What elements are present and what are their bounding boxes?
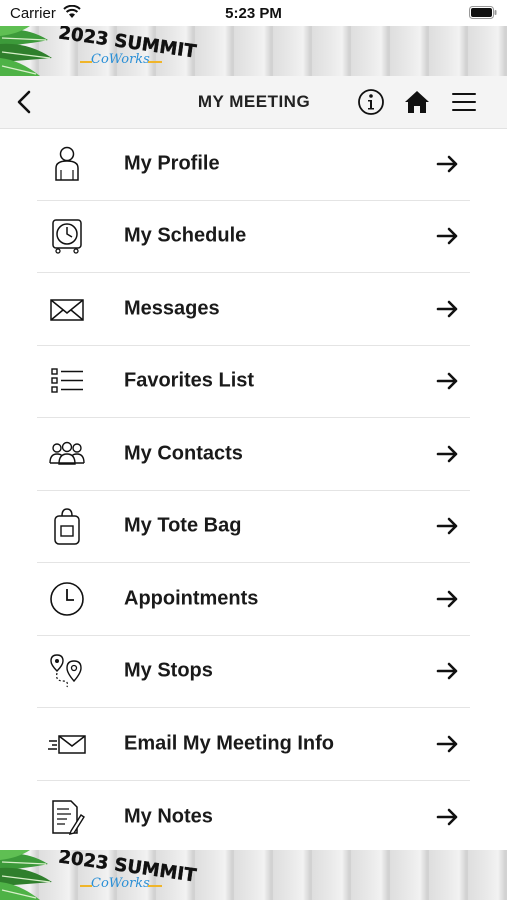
arrow-right-icon — [436, 517, 458, 535]
menu-icon[interactable] — [450, 88, 478, 116]
checklist-icon — [51, 368, 83, 393]
menu-item-my-stops[interactable]: My Stops — [37, 636, 470, 708]
summit-logo: 2023 SUMMIT CoWorks — [57, 850, 198, 896]
arrow-right-icon — [436, 372, 458, 390]
menu-item-label: My Tote Bag — [124, 514, 242, 537]
menu-item-my-contacts[interactable]: My Contacts — [37, 418, 470, 491]
arrow-right-icon — [436, 227, 458, 245]
battery-icon — [469, 6, 497, 19]
menu-item-label: My Notes — [124, 805, 213, 828]
info-icon[interactable] — [357, 88, 385, 116]
envelope-icon — [50, 299, 84, 321]
menu-item-appointments[interactable]: Appointments — [37, 563, 470, 636]
send-mail-icon — [48, 735, 86, 754]
menu-list: My Profile My Schedule Messages Favorite… — [37, 128, 470, 853]
status-time: 5:23 PM — [225, 5, 282, 22]
menu-item-label: My Stops — [124, 659, 213, 682]
page-title: MY MEETING — [197, 92, 311, 111]
alarm-clock-icon — [52, 219, 82, 254]
back-button[interactable] — [12, 88, 38, 116]
menu-item-label: Messages — [124, 297, 220, 320]
person-icon — [55, 146, 79, 181]
palm-leaves-icon — [0, 26, 52, 76]
menu-item-my-tote-bag[interactable]: My Tote Bag — [37, 491, 470, 563]
top-banner: 2023 SUMMIT CoWorks — [0, 26, 507, 76]
menu-item-favorites-list[interactable]: Favorites List — [37, 346, 470, 418]
arrow-right-icon — [436, 445, 458, 463]
menu-item-label: My Schedule — [124, 224, 247, 247]
bottom-banner: 2023 SUMMIT CoWorks — [0, 850, 507, 900]
menu-item-email-my-meeting-info[interactable]: Email My Meeting Info — [37, 708, 470, 781]
arrow-right-icon — [436, 590, 458, 608]
menu-item-messages[interactable]: Messages — [37, 273, 470, 346]
menu-item-label: My Contacts — [124, 442, 243, 465]
nav-header: MY MEETING — [0, 76, 507, 129]
menu-item-my-notes[interactable]: My Notes — [37, 781, 470, 854]
menu-item-label: Favorites List — [124, 369, 255, 392]
menu-item-my-profile[interactable]: My Profile — [37, 128, 470, 201]
arrow-right-icon — [436, 155, 458, 173]
status-bar: Carrier 5:23 PM — [0, 0, 507, 26]
arrow-right-icon — [436, 300, 458, 318]
arrow-right-icon — [436, 808, 458, 826]
map-pins-icon — [50, 654, 82, 688]
clock-icon — [50, 581, 84, 616]
group-icon — [49, 441, 85, 465]
tote-bag-icon — [54, 508, 80, 545]
arrow-right-icon — [436, 662, 458, 680]
home-icon[interactable] — [403, 88, 431, 116]
menu-item-my-schedule[interactable]: My Schedule — [37, 201, 470, 273]
menu-item-label: My Profile — [124, 152, 220, 175]
logo-subtitle: CoWorks — [91, 876, 150, 891]
summit-logo: 2023 SUMMIT CoWorks — [57, 26, 198, 72]
arrow-right-icon — [436, 735, 458, 753]
notes-icon — [52, 800, 85, 835]
menu-item-label: Appointments — [124, 587, 259, 610]
menu-item-label: Email My Meeting Info — [124, 732, 335, 755]
logo-subtitle: CoWorks — [91, 52, 150, 67]
palm-leaves-icon — [0, 850, 52, 900]
